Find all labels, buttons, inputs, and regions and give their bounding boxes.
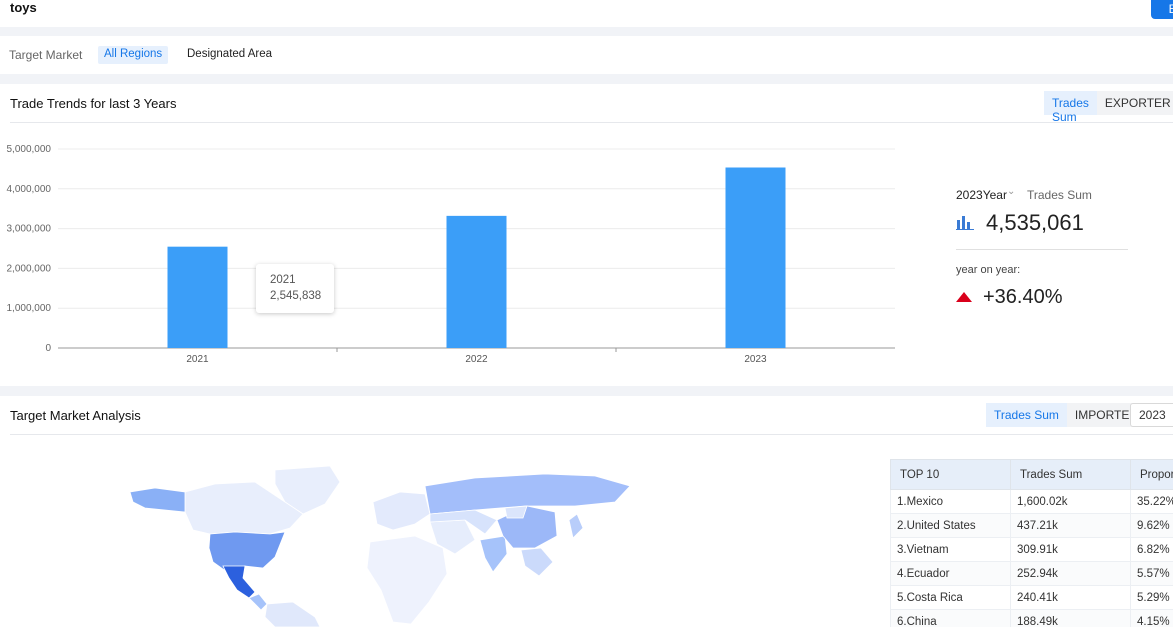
- bar-2021[interactable]: [167, 246, 228, 348]
- target-market-label: Target Market: [9, 48, 83, 62]
- market-divider: [10, 434, 1173, 435]
- market-trades-sum-tab[interactable]: Trades Sum: [986, 403, 1067, 427]
- row-country: 1.Mexico: [890, 489, 1011, 514]
- map-europe: [372, 491, 431, 531]
- bar-chart-icon: [956, 216, 974, 230]
- tooltip-value: 2,545,838: [270, 290, 322, 302]
- all-regions-option[interactable]: All Regions: [98, 46, 169, 64]
- metric-label: Trades Sum: [1027, 188, 1092, 202]
- map-central-america: [248, 593, 268, 611]
- col-proportion[interactable]: Proport: [1130, 459, 1173, 490]
- map-africa: [366, 535, 448, 625]
- yoy-label: year on year:: [956, 264, 1021, 276]
- x-tick-label: 2023: [744, 354, 767, 365]
- col-top10[interactable]: TOP 10: [890, 459, 1011, 490]
- y-tick-label: 0: [45, 343, 51, 354]
- col-trades-sum[interactable]: Trades Sum: [1010, 459, 1131, 490]
- x-tick-label: 2022: [465, 354, 488, 365]
- year-select[interactable]: 2023Year: [956, 188, 1007, 202]
- y-tick-label: 3,000,000: [7, 224, 52, 235]
- table-row[interactable]: 2.United States 437.21k 9.62%: [890, 513, 1173, 538]
- row-trades: 1,600.02k: [1010, 489, 1131, 514]
- market-year-select[interactable]: 2023: [1130, 403, 1173, 427]
- bar-2023[interactable]: [725, 167, 786, 348]
- y-tick-label: 2,000,000: [7, 263, 52, 274]
- trends-exporter-tab[interactable]: EXPORTER: [1096, 91, 1173, 115]
- row-country: 3.Vietnam: [890, 537, 1011, 562]
- row-trades: 437.21k: [1010, 513, 1131, 538]
- map-mexico: [222, 565, 256, 599]
- chevron-down-icon[interactable]: ⌄: [1007, 186, 1015, 197]
- stats-divider: [956, 249, 1128, 250]
- bar-2022[interactable]: [446, 215, 507, 348]
- map-india: [479, 535, 508, 573]
- yoy-value: +36.40%: [983, 286, 1063, 308]
- up-triangle-icon: [956, 292, 972, 302]
- row-trades: 240.41k: [1010, 585, 1131, 610]
- row-trades: 252.94k: [1010, 561, 1131, 586]
- table-row[interactable]: 3.Vietnam 309.91k 6.82%: [890, 537, 1173, 562]
- row-proportion: 5.57%: [1130, 561, 1173, 586]
- row-proportion: 9.62%: [1130, 513, 1173, 538]
- x-tick-label: 2021: [186, 354, 209, 365]
- top-bar: toys Ed: [0, 0, 1173, 27]
- edit-button[interactable]: Ed: [1151, 0, 1173, 19]
- map-alaska: [129, 487, 186, 513]
- trends-trades-sum-tab[interactable]: Trades Sum: [1044, 91, 1097, 124]
- row-trades: 309.91k: [1010, 537, 1131, 562]
- map-united-states: [208, 531, 286, 573]
- row-country: 5.Costa Rica: [890, 585, 1011, 610]
- table-header-row: TOP 10 Trades Sum Proport: [890, 459, 1173, 490]
- row-proportion: 5.29%: [1130, 585, 1173, 610]
- table-row[interactable]: 5.Costa Rica 240.41k 5.29%: [890, 585, 1173, 610]
- y-tick-label: 5,000,000: [7, 144, 52, 155]
- map-mongolia: [504, 505, 528, 519]
- tooltip-year: 2021: [270, 274, 296, 286]
- row-country: 2.United States: [890, 513, 1011, 538]
- row-proportion: 4.15%: [1130, 609, 1173, 627]
- filter-bar: Target Market All Regions Designated Are…: [0, 36, 1173, 74]
- trends-toggle: Trades Sum EXPORTER: [1044, 91, 1173, 124]
- target-market-title: Target Market Analysis: [10, 408, 141, 423]
- row-trades: 188.49k: [1010, 609, 1131, 627]
- designated-area-option[interactable]: Designated Area: [187, 48, 272, 60]
- top-markets-table: TOP 10 Trades Sum Proport 1.Mexico 1,600…: [890, 459, 1173, 627]
- y-tick-label: 4,000,000: [7, 184, 52, 195]
- map-japan: [568, 513, 584, 539]
- row-country: 4.Ecuador: [890, 561, 1011, 586]
- y-tick-label: 1,000,000: [7, 303, 52, 314]
- world-map[interactable]: [125, 462, 635, 627]
- total-value: 4,535,061: [986, 210, 1084, 235]
- row-proportion: 35.22%: [1130, 489, 1173, 514]
- map-south-america: [264, 601, 321, 627]
- row-country: 6.China: [890, 609, 1011, 627]
- table-row[interactable]: 6.China 188.49k 4.15%: [890, 609, 1173, 627]
- table-row[interactable]: 4.Ecuador 252.94k 5.57%: [890, 561, 1173, 586]
- chart-tooltip: 2021 2,545,838: [256, 264, 334, 313]
- row-proportion: 6.82%: [1130, 537, 1173, 562]
- trade-trends-panel: Trade Trends for last 3 Years Trades Sum…: [0, 84, 1173, 386]
- target-market-panel: Target Market Analysis Trades Sum IMPORT…: [0, 396, 1173, 627]
- market-toggle: Trades Sum IMPORTER: [986, 403, 1147, 427]
- table-row[interactable]: 1.Mexico 1,600.02k 35.22%: [890, 489, 1173, 514]
- map-southeast-asia: [520, 547, 554, 577]
- search-query[interactable]: toys: [10, 0, 37, 15]
- trade-trends-bar-chart: 0 1,000,000 2,000,000 3,000,000 4,000,000 5,0…: [7, 144, 895, 365]
